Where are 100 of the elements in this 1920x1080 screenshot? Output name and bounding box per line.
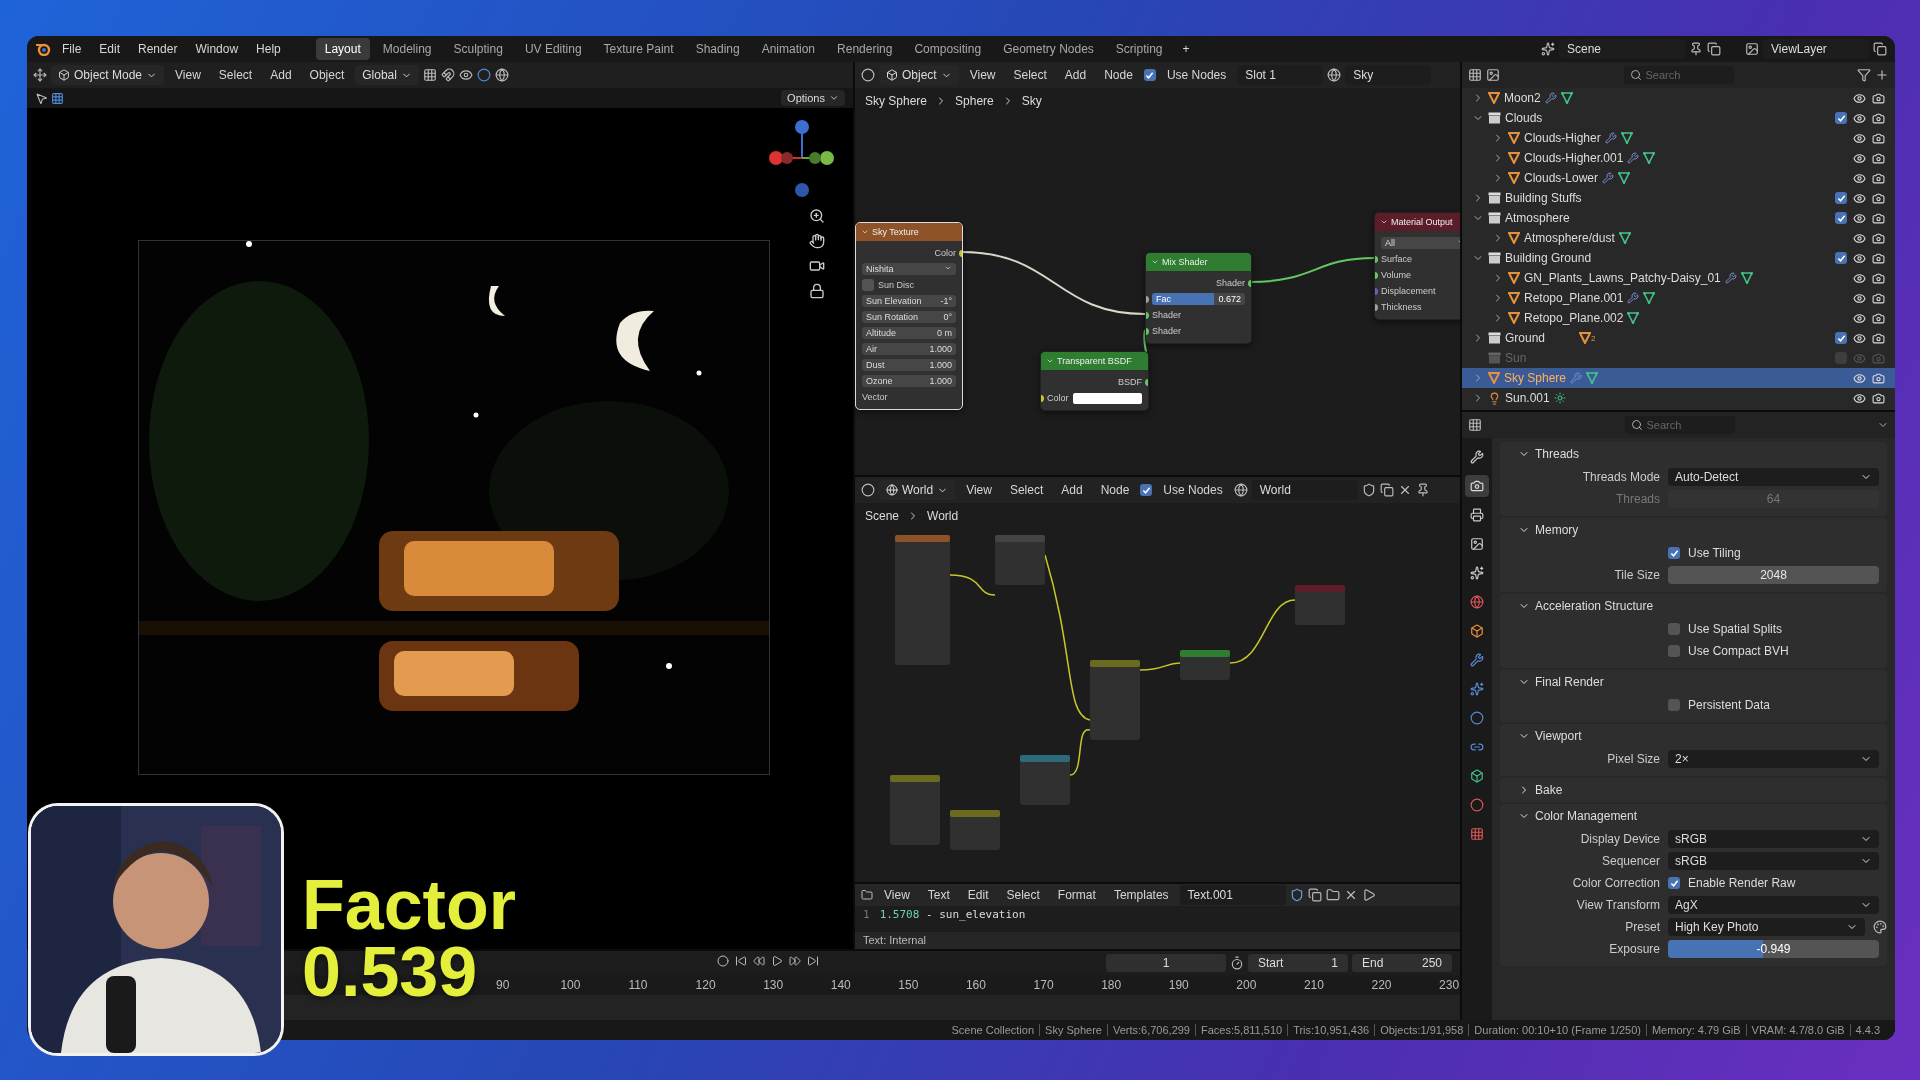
lock-icon[interactable]	[809, 283, 825, 299]
new-collection-icon[interactable]	[1875, 68, 1889, 82]
workspace-tab[interactable]: UV Editing	[515, 38, 591, 60]
property-dropdown[interactable]: Auto-Detect	[1668, 468, 1879, 486]
mode-dropdown[interactable]: Object Mode	[51, 65, 165, 85]
panel-header[interactable]: Memory	[1500, 518, 1887, 542]
render-icon[interactable]	[1872, 251, 1885, 265]
options-button[interactable]: Options	[781, 90, 845, 106]
end-frame-field[interactable]: End 250	[1352, 954, 1452, 972]
display-mode-icon[interactable]	[1486, 68, 1500, 82]
menu-item[interactable]: Render	[131, 39, 185, 59]
camera-icon[interactable]	[809, 258, 825, 274]
menu-item[interactable]: Select	[1002, 480, 1051, 500]
visibility-icon[interactable]	[1853, 251, 1866, 265]
menu-item[interactable]: Object	[302, 65, 352, 85]
editor-type-icon[interactable]	[1468, 418, 1482, 432]
outliner-row[interactable]: Building Stuffs	[1462, 188, 1895, 208]
render-icon[interactable]	[1872, 371, 1885, 385]
previous-key-icon[interactable]	[753, 955, 765, 967]
workspace-tab[interactable]: Compositing	[905, 38, 991, 60]
checkbox[interactable]	[1835, 252, 1847, 264]
property-dropdown[interactable]: sRGB	[1668, 852, 1879, 870]
property-dropdown[interactable]: AgX	[1668, 896, 1879, 914]
menu-item[interactable]: Node	[1093, 480, 1137, 500]
node-card[interactable]: Sky Texture Color Nishita Sun Disc Sun Elevation -1° Sun Rotation 0° Altitude 0 m Air 1.000 Dust 1.000 Ozone 1.000 Vector	[855, 222, 963, 410]
visibility-icon[interactable]	[1853, 91, 1866, 105]
menu-item[interactable]: Add	[1054, 480, 1090, 500]
render-icon[interactable]	[1872, 311, 1885, 325]
checkbox[interactable]	[1140, 484, 1153, 496]
outliner-row[interactable]: Atmosphere	[1462, 208, 1895, 228]
orientation-dropdown[interactable]: Global	[355, 65, 419, 85]
property-dropdown[interactable]: High Key Photo	[1668, 918, 1865, 936]
property-field[interactable]: 2048	[1668, 566, 1879, 584]
visibility-icon[interactable]	[1853, 291, 1866, 305]
pin-icon[interactable]	[1689, 42, 1703, 56]
node-field[interactable]: Ozone 1.000	[862, 375, 956, 387]
menu-item[interactable]: Select	[999, 885, 1047, 905]
render-icon[interactable]	[1872, 171, 1885, 185]
view-layer-field[interactable]: ViewLayer	[1763, 39, 1869, 59]
hand-icon[interactable]	[809, 233, 825, 249]
timeline-track[interactable]	[283, 995, 1460, 1020]
workspace-tab[interactable]: Rendering	[828, 38, 902, 60]
menu-item[interactable]: View	[877, 885, 917, 905]
snap-icon[interactable]	[422, 68, 437, 82]
panel-header[interactable]: Bake	[1500, 778, 1887, 802]
render-icon[interactable]	[1872, 111, 1885, 125]
property-dropdown[interactable]: sRGB	[1668, 830, 1879, 848]
properties-tab[interactable]	[1465, 475, 1489, 497]
menu-item[interactable]: File	[55, 39, 89, 59]
visibility-icon[interactable]	[1853, 171, 1866, 185]
preset-settings-icon[interactable]	[1873, 920, 1887, 934]
shading-icon[interactable]	[494, 68, 509, 82]
render-icon[interactable]	[1872, 131, 1885, 145]
panel-header[interactable]: Viewport	[1500, 724, 1887, 748]
visibility-icon[interactable]	[1853, 311, 1866, 325]
checkbox[interactable]	[1668, 645, 1680, 657]
visibility-icon[interactable]	[458, 68, 473, 82]
breadcrumb[interactable]: Sky	[1021, 94, 1042, 108]
visibility-icon[interactable]	[1853, 131, 1866, 145]
editor-type-icon[interactable]	[33, 68, 47, 82]
node-field[interactable]: Sun Rotation 0°	[862, 311, 956, 323]
render-icon[interactable]	[1872, 391, 1885, 405]
next-key-icon[interactable]	[789, 955, 801, 967]
render-icon[interactable]	[1872, 271, 1885, 285]
outliner-row[interactable]: Clouds	[1462, 108, 1895, 128]
node-card[interactable]	[1295, 585, 1345, 625]
panel-header[interactable]: Color Management	[1500, 804, 1887, 828]
node-field[interactable]: Air 1.000	[862, 343, 956, 355]
outliner-row[interactable]: Building Ground	[1462, 248, 1895, 268]
render-icon[interactable]	[1872, 211, 1885, 225]
select-mode-icon[interactable]	[51, 91, 64, 105]
type-dropdown[interactable]: World	[879, 480, 956, 500]
menu-item[interactable]: Select	[1006, 65, 1054, 85]
material-field[interactable]: Sky	[1345, 65, 1432, 85]
record-icon[interactable]	[717, 955, 729, 967]
checkbox[interactable]	[1835, 212, 1847, 224]
menu-item[interactable]: Edit	[92, 39, 128, 59]
visibility-icon[interactable]	[1853, 271, 1866, 285]
pin-icon[interactable]	[1415, 483, 1430, 497]
node-field[interactable]: Altitude 0 m	[862, 327, 956, 339]
outliner-row[interactable]: Sun.001	[1462, 388, 1895, 408]
node-slider[interactable]: Fac 0.672	[1152, 293, 1245, 305]
outliner-row[interactable]: Retopo_Plane.001	[1462, 288, 1895, 308]
visibility-icon[interactable]	[1853, 331, 1866, 345]
render-icon[interactable]	[1872, 331, 1885, 345]
search-field[interactable]: Search	[1623, 66, 1734, 84]
node-card[interactable]	[895, 535, 950, 665]
filter-icon[interactable]	[1857, 68, 1871, 82]
breadcrumb[interactable]: Scene	[865, 509, 900, 523]
outliner-row[interactable]: Moon2	[1462, 88, 1895, 108]
menu-item[interactable]: View	[962, 65, 1003, 85]
checkbox[interactable]	[1835, 112, 1847, 124]
checkbox[interactable]	[1668, 547, 1680, 559]
editor-type-icon[interactable]	[861, 889, 873, 901]
editor-type-icon[interactable]	[1468, 68, 1482, 82]
menu-item[interactable]: Format	[1050, 885, 1103, 905]
start-frame-field[interactable]: Start 1	[1248, 954, 1348, 972]
workspace-tab[interactable]: Animation	[752, 38, 825, 60]
workspace-tab[interactable]: Shading	[686, 38, 749, 60]
workspace-tab[interactable]: Layout	[315, 38, 370, 60]
